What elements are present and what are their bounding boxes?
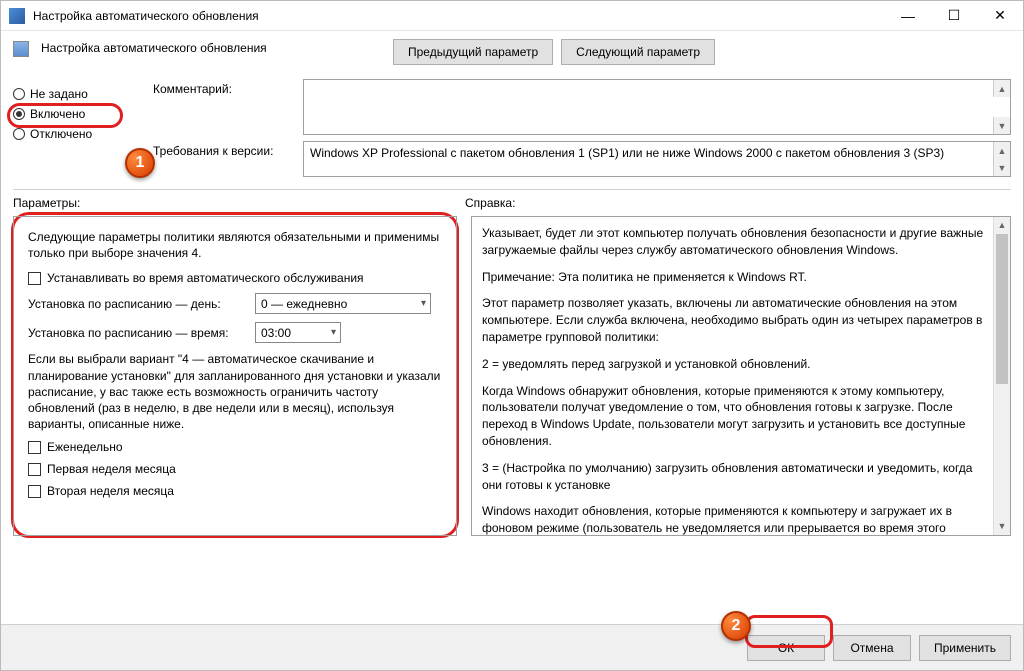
state-radios: Не задано Включено Отключено xyxy=(13,79,133,183)
scroll-up-icon[interactable]: ▲ xyxy=(994,217,1010,234)
checkbox-icon xyxy=(28,463,41,476)
checkbox-label: Первая неделя месяца xyxy=(47,462,176,476)
scroll-up-icon[interactable]: ▲ xyxy=(993,142,1010,159)
policy-dialog: Настройка автоматического обновления — ☐… xyxy=(0,0,1024,671)
checkbox-icon xyxy=(28,485,41,498)
help-text: Windows находит обновления, которые прим… xyxy=(482,503,990,536)
help-heading: Справка: xyxy=(465,196,1011,210)
annotation-highlight-1 xyxy=(7,103,123,128)
checkbox-install-during-maintenance[interactable]: Устанавливать во время автоматического о… xyxy=(28,271,442,285)
checkbox-label: Устанавливать во время автоматического о… xyxy=(47,271,364,285)
checkbox-first-week[interactable]: Первая неделя месяца xyxy=(28,462,442,476)
titlebar: Настройка автоматического обновления — ☐… xyxy=(1,1,1023,31)
checkbox-icon xyxy=(28,272,41,285)
combo-value: 03:00 xyxy=(261,326,291,340)
combo-value: 0 — ежедневно xyxy=(261,297,347,311)
next-setting-button[interactable]: Следующий параметр xyxy=(561,39,715,65)
radio-label: Отключено xyxy=(30,127,92,141)
help-text: 3 = (Настройка по умолчанию) загрузить о… xyxy=(482,460,990,494)
policy-title: Настройка автоматического обновления xyxy=(41,39,361,55)
schedule-time-label: Установка по расписанию — время: xyxy=(28,326,243,340)
params-note: Следующие параметры политики являются об… xyxy=(28,229,442,261)
help-text: Этот параметр позволяет указать, включен… xyxy=(482,295,990,345)
dialog-footer: ОК Отмена Применить xyxy=(1,624,1023,670)
checkbox-weekly[interactable]: Еженедельно xyxy=(28,440,442,454)
help-text: 2 = уведомлять перед загрузкой и установ… xyxy=(482,356,990,373)
scroll-down-icon[interactable]: ▼ xyxy=(993,117,1010,134)
checkbox-label: Вторая неделя месяца xyxy=(47,484,174,498)
app-icon xyxy=(9,8,25,24)
requirements-box: Windows XP Professional с пакетом обновл… xyxy=(303,141,1011,177)
apply-button[interactable]: Применить xyxy=(919,635,1011,661)
separator xyxy=(13,189,1011,190)
radio-icon xyxy=(13,128,25,140)
schedule-day-label: Установка по расписанию — день: xyxy=(28,297,243,311)
comment-label: Комментарий: xyxy=(153,79,303,135)
window-title: Настройка автоматического обновления xyxy=(33,9,885,23)
schedule-day-combo[interactable]: 0 — ежедневно xyxy=(255,293,431,314)
scrollbar-thumb[interactable] xyxy=(996,234,1008,384)
radio-not-configured[interactable]: Не задано xyxy=(13,87,133,101)
params-paragraph: Если вы выбрали вариант "4 — автоматичес… xyxy=(28,351,442,432)
minimize-button[interactable]: — xyxy=(885,1,931,31)
radio-enabled[interactable]: Включено xyxy=(13,107,133,121)
comment-textarea[interactable]: ▲ ▼ xyxy=(303,79,1011,135)
header: Настройка автоматического обновления Пре… xyxy=(1,31,1023,73)
parameters-scroll[interactable]: Следующие параметры политики являются об… xyxy=(13,216,457,536)
checkbox-icon xyxy=(28,441,41,454)
checkbox-label: Еженедельно xyxy=(47,440,123,454)
annotation-marker-1: 1 xyxy=(125,148,155,178)
maximize-button[interactable]: ☐ xyxy=(931,1,977,31)
previous-setting-button[interactable]: Предыдущий параметр xyxy=(393,39,553,65)
schedule-time-combo[interactable]: 03:00 xyxy=(255,322,341,343)
scroll-up-icon[interactable]: ▲ xyxy=(993,80,1010,97)
help-text: Указывает, будет ли этот компьютер получ… xyxy=(482,225,990,259)
requirements-text: Windows XP Professional с пакетом обновл… xyxy=(310,146,944,160)
ok-button[interactable]: ОК xyxy=(747,635,825,661)
policy-icon xyxy=(13,41,29,57)
help-text: Когда Windows обнаружит обновления, кото… xyxy=(482,383,990,450)
help-panel[interactable]: Указывает, будет ли этот компьютер получ… xyxy=(471,216,1011,536)
close-button[interactable]: ✕ xyxy=(977,1,1023,31)
help-scrollbar[interactable]: ▲ ▼ xyxy=(993,217,1010,535)
checkbox-second-week[interactable]: Вторая неделя месяца xyxy=(28,484,442,498)
annotation-marker-2: 2 xyxy=(721,611,751,641)
radio-icon xyxy=(13,88,25,100)
parameters-heading: Параметры: xyxy=(13,196,465,210)
help-text: Примечание: Эта политика не применяется … xyxy=(482,269,990,286)
radio-disabled[interactable]: Отключено xyxy=(13,127,133,141)
scroll-down-icon[interactable]: ▼ xyxy=(993,159,1010,176)
radio-label: Не задано xyxy=(30,87,88,101)
scroll-down-icon[interactable]: ▼ xyxy=(994,518,1010,535)
parameters-panel: Следующие параметры политики являются об… xyxy=(13,216,457,536)
cancel-button[interactable]: Отмена xyxy=(833,635,911,661)
requirements-label: Требования к версии: xyxy=(153,141,303,177)
